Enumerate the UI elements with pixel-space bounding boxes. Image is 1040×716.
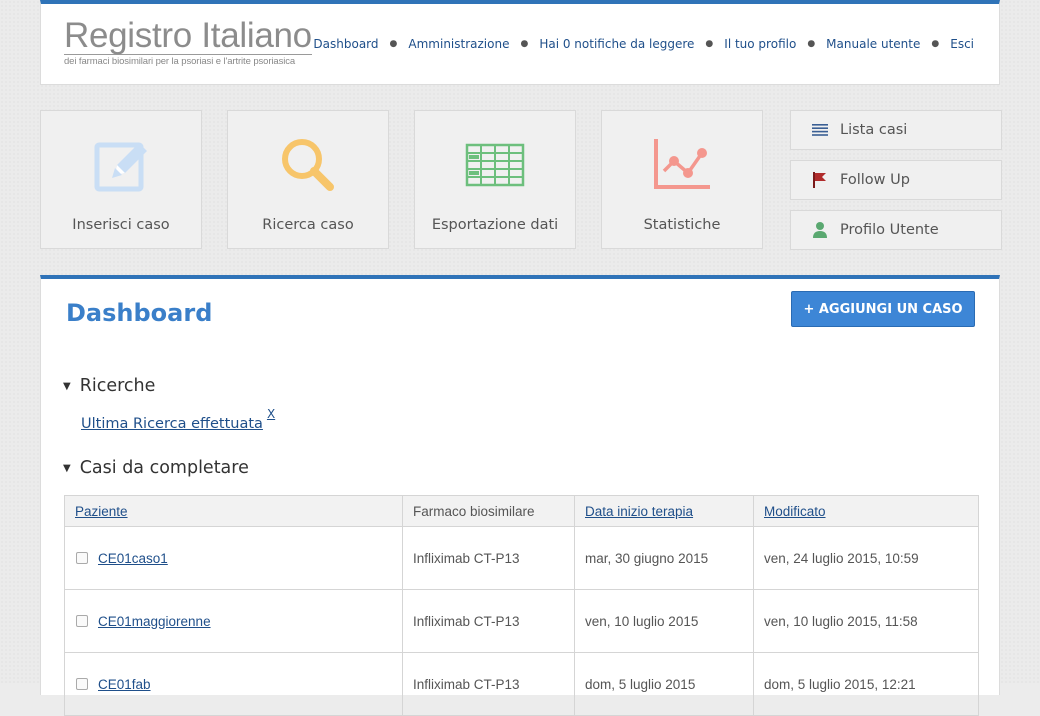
search-icon (282, 139, 334, 191)
flag-icon (813, 172, 826, 188)
cell-modified: ven, 10 luglio 2015, 11:58 (753, 589, 979, 653)
section-casi-toggle[interactable]: ▼ Casi da completare (63, 458, 249, 478)
cell-drug: Infliximab CT-P13 (402, 589, 575, 653)
tile-label: Inserisci caso (72, 217, 170, 233)
chevron-down-icon: ▼ (63, 462, 71, 474)
nav-dashboard[interactable]: Dashboard (313, 37, 378, 51)
side-button-label: Lista casi (840, 122, 908, 138)
cell-drug: Infliximab CT-P13 (402, 526, 575, 590)
nav-separator: ● (389, 39, 398, 49)
patient-link[interactable]: CE01fab (98, 677, 151, 692)
nav-profilo[interactable]: Il tuo profilo (724, 37, 796, 51)
top-nav: Dashboard ● Amministrazione ● Hai 0 noti… (313, 37, 974, 51)
logo-subtitle: dei farmaci biosimilari per la psoriasi … (64, 56, 296, 67)
col-modificato[interactable]: Modificato (753, 495, 979, 527)
last-search-close[interactable]: X (267, 407, 275, 421)
main-panel: Dashboard + AGGIUNGI UN CASO ▼ Ricerche … (40, 275, 1000, 716)
table-icon (465, 143, 525, 187)
nav-separator: ● (807, 39, 816, 49)
row-checkbox[interactable] (76, 552, 88, 564)
tile-esportazione-dati[interactable]: Esportazione dati (414, 110, 576, 249)
side-button-follow-up[interactable]: Follow Up (790, 160, 1002, 200)
list-icon (812, 124, 828, 136)
col-data-inizio[interactable]: Data inizio terapia (574, 495, 754, 527)
cell-drug: Infliximab CT-P13 (402, 652, 575, 716)
cell-modified: dom, 5 luglio 2015, 12:21 (753, 652, 979, 716)
cell-start-date: dom, 5 luglio 2015 (574, 652, 754, 716)
nav-separator: ● (705, 39, 714, 49)
tile-ricerca-caso[interactable]: Ricerca caso (227, 110, 389, 249)
user-icon (813, 222, 827, 238)
page-title: Dashboard (66, 299, 213, 327)
row-checkbox[interactable] (76, 678, 88, 690)
side-button-lista-casi[interactable]: Lista casi (790, 110, 1002, 150)
site-header: Registro Italiano dei farmaci biosimilar… (40, 0, 1000, 85)
table-header-row: Paziente Farmaco biosimilare Data inizio… (64, 495, 979, 527)
cell-patient: CE01fab (64, 652, 403, 716)
chart-icon (654, 139, 710, 189)
cell-start-date: mar, 30 giugno 2015 (574, 526, 754, 590)
patient-link[interactable]: CE01caso1 (98, 551, 168, 566)
nav-esci[interactable]: Esci (950, 37, 974, 51)
cell-modified: ven, 24 luglio 2015, 10:59 (753, 526, 979, 590)
side-button-profilo-utente[interactable]: Profilo Utente (790, 210, 1002, 250)
nav-amministrazione[interactable]: Amministrazione (408, 37, 509, 51)
nav-separator: ● (520, 39, 529, 49)
logo[interactable]: Registro Italiano dei farmaci biosimilar… (64, 18, 312, 67)
sort-modificato-link[interactable]: Modificato (764, 504, 826, 519)
logo-title: Registro Italiano (64, 16, 312, 55)
tile-label: Statistiche (643, 217, 721, 233)
section-ricerche-title: Ricerche (79, 376, 156, 396)
sort-data-inizio-link[interactable]: Data inizio terapia (585, 504, 693, 519)
tile-inserisci-caso[interactable]: Inserisci caso (40, 110, 202, 249)
table-row: CE01maggiorenne Infliximab CT-P13 ven, 1… (64, 589, 979, 653)
table-row: CE01fab Infliximab CT-P13 dom, 5 luglio … (64, 652, 979, 716)
row-checkbox[interactable] (76, 615, 88, 627)
col-farmaco: Farmaco biosimilare (402, 495, 575, 527)
last-search-link[interactable]: Ultima Ricerca effettuata (81, 416, 263, 432)
section-casi-title: Casi da completare (79, 458, 249, 478)
add-case-button[interactable]: + AGGIUNGI UN CASO (791, 291, 975, 327)
nav-manuale[interactable]: Manuale utente (826, 37, 920, 51)
cell-patient: CE01maggiorenne (64, 589, 403, 653)
sort-paziente-link[interactable]: Paziente (75, 504, 128, 519)
last-search: Ultima Ricerca effettuata X (81, 407, 275, 432)
side-button-label: Profilo Utente (840, 222, 939, 238)
nav-separator: ● (931, 39, 940, 49)
section-ricerche-toggle[interactable]: ▼ Ricerche (63, 376, 155, 396)
cell-start-date: ven, 10 luglio 2015 (574, 589, 754, 653)
table-row: CE01caso1 Infliximab CT-P13 mar, 30 giug… (64, 526, 979, 590)
nav-notifiche[interactable]: Hai 0 notifiche da leggere (539, 37, 694, 51)
patient-link[interactable]: CE01maggiorenne (98, 614, 211, 629)
cell-patient: CE01caso1 (64, 526, 403, 590)
side-button-label: Follow Up (840, 172, 910, 188)
tile-label: Ricerca caso (262, 217, 354, 233)
tile-label: Esportazione dati (431, 217, 559, 233)
col-paziente[interactable]: Paziente (64, 495, 403, 527)
tile-statistiche[interactable]: Statistiche (601, 110, 763, 249)
edit-icon (94, 142, 147, 192)
chevron-down-icon: ▼ (63, 380, 71, 392)
